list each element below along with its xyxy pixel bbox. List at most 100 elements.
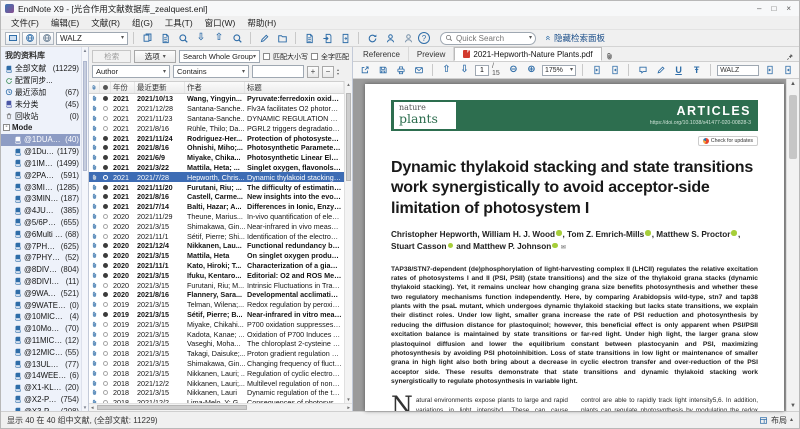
copy-to-local-library-button[interactable] <box>139 31 155 45</box>
add-search-row-button[interactable]: + <box>307 66 319 78</box>
check-for-updates-badge[interactable]: Check for updates <box>698 136 758 146</box>
scroll-right-icon[interactable]: ► <box>346 404 352 411</box>
strikethrough-button[interactable]: Ŧ <box>689 63 704 77</box>
previous-page-button[interactable]: ⇧ <box>439 63 454 77</box>
sidebar-item-recently-added[interactable]: 最近添加 (67) <box>1 87 80 99</box>
quick-search-input[interactable] <box>456 34 526 43</box>
doi-link[interactable]: https://doi.org/10.1038/s41477-020-00828… <box>456 120 751 126</box>
sidebar-group-item[interactable]: @10MICRO-... (4) <box>1 311 80 323</box>
reference-row[interactable]: 2018 2021/3/15 Nikkanen, Lauri; ... Regu… <box>89 368 344 378</box>
reference-row[interactable]: 2020 2021/11/29 Theune, Marius... In-viv… <box>89 212 344 222</box>
reference-row[interactable]: 2021 2021/11/24 Rodriguez-Her... Protect… <box>89 133 344 143</box>
output-style-select[interactable]: WALZ ▾ <box>56 32 128 45</box>
activity-feed-button[interactable] <box>400 31 416 45</box>
pdf-search-input[interactable] <box>717 65 759 76</box>
column-read-status[interactable] <box>100 82 111 93</box>
menu-item[interactable]: 编辑(E) <box>45 17 85 29</box>
search-options-button[interactable]: 选项 ▾ <box>134 50 175 63</box>
open-file-button[interactable] <box>274 31 290 45</box>
share-library-button[interactable] <box>382 31 398 45</box>
previous-view-button[interactable] <box>589 63 604 77</box>
tab-reference[interactable]: Reference <box>355 47 409 61</box>
pin-panel-button[interactable] <box>786 53 794 61</box>
highlight-button[interactable] <box>653 63 668 77</box>
zoom-in-button[interactable]: ⊕ <box>524 63 539 77</box>
zoom-level-select[interactable]: 175% ▾ <box>542 65 576 76</box>
orcid-icon[interactable] <box>645 230 651 236</box>
new-reference-button[interactable] <box>157 31 173 45</box>
menu-item[interactable]: 组(G) <box>126 17 159 29</box>
reference-row[interactable]: 2018 2021/3/15 Shimakawa, Gin... Changin… <box>89 359 344 369</box>
find-next-button[interactable] <box>780 63 795 77</box>
sidebar-group-item[interactable]: @5/6Ph X... (655) <box>1 217 80 229</box>
sidebar-item-all-references[interactable]: 全部文献 (11229) <box>1 63 80 75</box>
hide-search-panel-button[interactable]: « 隐藏检索面板 <box>546 32 605 44</box>
search-operator-select[interactable]: Contains ▾ <box>173 65 249 78</box>
print-pdf-button[interactable] <box>393 63 408 77</box>
sidebar-group-item[interactable]: @1IMA... (1499) <box>1 158 80 170</box>
remove-search-row-button[interactable]: − <box>322 66 334 78</box>
reference-row[interactable]: 2020 2021/11/1 Sétif, Pierre; Shi... Ide… <box>89 231 344 241</box>
menu-item[interactable]: 窗口(W) <box>199 17 242 29</box>
sidebar-group-item[interactable]: @X3-PA... (208) <box>1 405 80 411</box>
reference-row[interactable]: 2020 2021/3/15 Mattila, Heta On singlet … <box>89 251 344 261</box>
scroll-down-icon[interactable]: ▼ <box>787 403 799 409</box>
attachments-button[interactable] <box>602 52 618 61</box>
online-search-button[interactable] <box>175 31 191 45</box>
sidebar-group-item[interactable]: @6Multi c... (68) <box>1 228 80 240</box>
search-button[interactable]: 检索 <box>92 50 131 63</box>
column-last-updated[interactable]: 最近更新 <box>135 82 185 93</box>
go-to-word-button[interactable] <box>337 31 353 45</box>
sidebar-item-configure-sync[interactable]: 配置同步... <box>1 75 80 87</box>
reference-row[interactable]: 2019 2021/3/15 Kadota, Kanae; ... Oxidat… <box>89 329 344 339</box>
reference-row[interactable]: 2018 2021/12/2 Nikkanen, Lauri;... Multi… <box>89 378 344 388</box>
tab-pdf[interactable]: 2021-Hepworth-Nature Plants.pdf <box>454 47 601 61</box>
orcid-icon[interactable] <box>556 230 562 236</box>
menu-item[interactable]: 文件(F) <box>5 17 45 29</box>
scroll-down-icon[interactable]: ▼ <box>345 397 352 402</box>
reference-row[interactable]: 2021 2021/8/16 Rühle, Thilo; Da... PGRL2… <box>89 123 344 133</box>
reference-row[interactable]: 2021 2021/11/20 Furutani, Riu; ... The d… <box>89 182 344 192</box>
find-previous-button[interactable] <box>762 63 777 77</box>
sidebar-group-item[interactable]: @7PHYTO-... (52) <box>1 252 80 264</box>
find-fulltext-button[interactable] <box>229 31 245 45</box>
sidebar-group-item[interactable]: @8DIVING... (11) <box>1 276 80 288</box>
reference-row[interactable]: 2018 2021/3/15 Vaseghi, Moha... The chlo… <box>89 339 344 349</box>
local-library-mode-button[interactable] <box>5 32 20 45</box>
reference-row[interactable]: 2019 2021/3/15 Telman, Wilena;... Redox … <box>89 300 344 310</box>
sidebar-group-item[interactable]: @14WEED-... (6) <box>1 370 80 382</box>
menu-item[interactable]: 工具(T) <box>159 17 199 29</box>
help-button[interactable]: ? <box>418 32 430 44</box>
underline-button[interactable]: U <box>671 63 686 77</box>
next-view-button[interactable] <box>607 63 622 77</box>
integrated-mode-button[interactable] <box>39 32 54 45</box>
reference-row[interactable]: 2021 2021/10/13 Wang, Yingyin... Pyruvat… <box>89 94 344 104</box>
scroll-left-icon[interactable]: ◄ <box>89 404 95 411</box>
pdf-vertical-scrollbar[interactable]: ▲ ▼ <box>786 79 799 411</box>
scroll-down-icon[interactable]: ▼ <box>82 405 88 410</box>
list-vertical-scrollbar[interactable]: ▲ ▼ <box>344 81 352 403</box>
sidebar-group-item[interactable]: @3MINI ... (187) <box>1 193 80 205</box>
insert-citation-button[interactable] <box>301 31 317 45</box>
save-pdf-button[interactable] <box>375 63 390 77</box>
online-search-mode-button[interactable] <box>22 32 37 45</box>
menu-item[interactable]: 文献(R) <box>85 17 126 29</box>
reference-row[interactable]: 2020 2021/3/15 Ifuku, Kentaro... Editori… <box>89 270 344 280</box>
minimize-button[interactable]: – <box>757 4 761 13</box>
sidebar-group-item[interactable]: @2PAM-... (591) <box>1 169 80 181</box>
column-year[interactable]: 年份 <box>111 82 135 93</box>
sidebar-group-item[interactable]: @10Monit... (70) <box>1 323 80 335</box>
orcid-icon[interactable] <box>448 243 454 249</box>
sidebar-group-item[interactable]: @1Dual... (1179) <box>1 146 80 158</box>
reference-row[interactable]: 2020 2021/12/4 Nikkanen, Lau... Function… <box>89 241 344 251</box>
layout-button[interactable]: 布局 ▴ <box>759 415 793 426</box>
orcid-icon[interactable] <box>731 230 737 236</box>
orcid-icon[interactable] <box>552 243 558 249</box>
sidebar-group-item[interactable]: @4JUNCL... (385) <box>1 205 80 217</box>
page-number-input[interactable] <box>475 65 489 76</box>
search-field-select[interactable]: Author ▾ <box>92 65 170 78</box>
reference-row[interactable]: 2021 2021/3/22 Mattila, Heta; ... Single… <box>89 163 344 173</box>
sidebar-item-trash[interactable]: 回收站 (0) <box>1 110 80 122</box>
scrollbar-thumb[interactable] <box>346 93 351 181</box>
scrollbar-thumb[interactable] <box>83 61 87 171</box>
